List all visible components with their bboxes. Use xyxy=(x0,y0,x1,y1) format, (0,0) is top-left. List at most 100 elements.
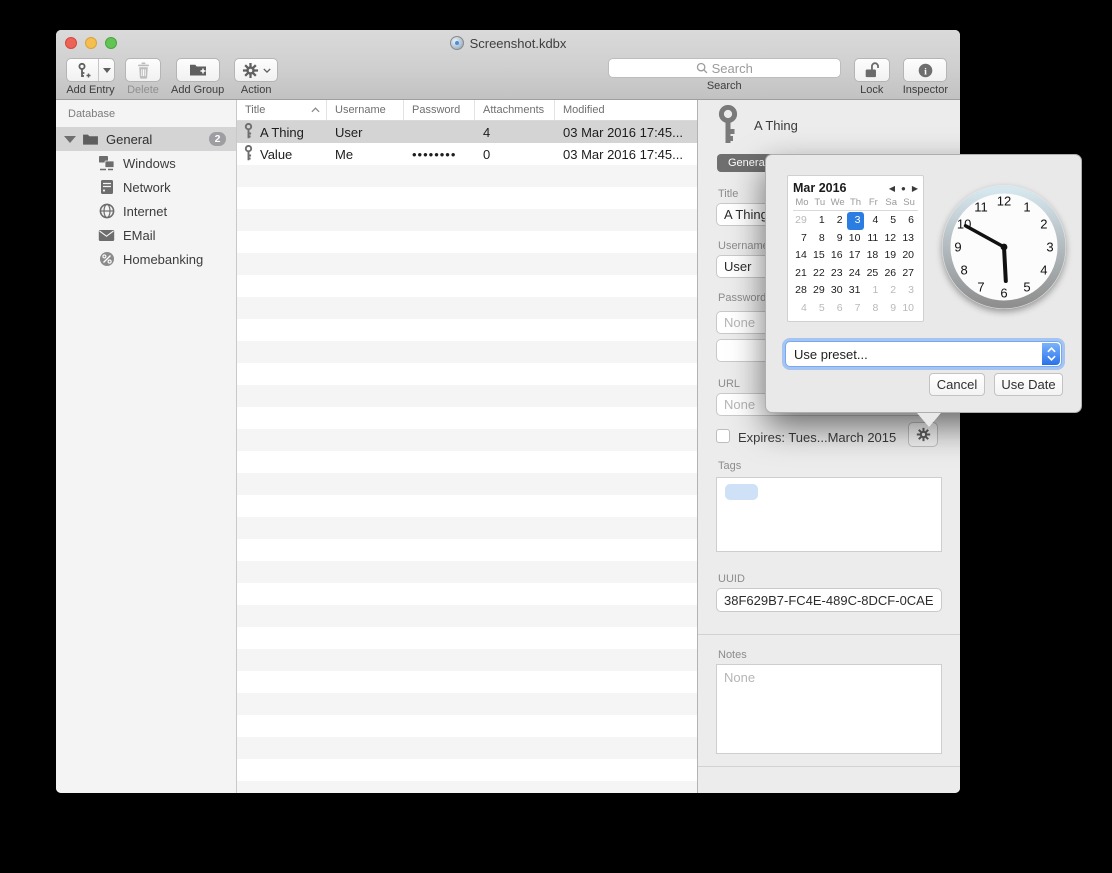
sidebar-header: Database xyxy=(68,108,115,120)
calendar-day[interactable]: 20 xyxy=(900,247,918,265)
chevron-down-icon xyxy=(263,68,271,73)
clock-number: 3 xyxy=(1046,240,1053,255)
calendar-day[interactable]: 6 xyxy=(900,212,918,230)
inspector-button[interactable]: i xyxy=(903,58,947,82)
sidebar-item-email[interactable]: EMail xyxy=(56,223,236,247)
expires-label: Expires: Tues...March 2015 xyxy=(738,430,896,445)
titlebar[interactable]: Screenshot.kdbx xyxy=(56,30,960,55)
stepper-icon[interactable] xyxy=(1042,343,1060,365)
search-icon xyxy=(696,62,708,74)
calendar-day[interactable]: 2 xyxy=(882,282,900,300)
add-group-button[interactable] xyxy=(176,58,220,82)
calendar-day[interactable]: 16 xyxy=(829,247,847,265)
calendar-today-icon[interactable]: ● xyxy=(901,184,906,193)
expires-checkbox[interactable] xyxy=(716,429,730,443)
calendar-day[interactable]: 28 xyxy=(793,282,811,300)
column-header-modified[interactable]: Modified xyxy=(555,100,697,120)
calendar-day[interactable]: 13 xyxy=(900,230,918,248)
add-entry-button[interactable] xyxy=(66,58,115,82)
calendar-header: Mar 2016 ◀ ● ▶ xyxy=(793,179,918,197)
date-picker-popover: Mar 2016 ◀ ● ▶ Mo Tu We Th Fr Sa Su 2912… xyxy=(765,154,1082,413)
tag-token[interactable] xyxy=(725,484,758,500)
calendar-day[interactable]: 15 xyxy=(811,247,829,265)
delete-button[interactable] xyxy=(125,58,161,82)
calendar-day[interactable]: 1 xyxy=(864,282,882,300)
calendar-day[interactable]: 4 xyxy=(864,212,882,230)
preset-select[interactable]: Use preset... xyxy=(785,341,1062,367)
sidebar-item-homebanking[interactable]: Homebanking xyxy=(56,247,236,271)
lock-item: Lock xyxy=(854,58,890,96)
cell-modified: 03 Mar 2016 17:45... xyxy=(555,143,697,165)
calendar-day[interactable]: 19 xyxy=(882,247,900,265)
key-icon xyxy=(243,145,254,164)
calendar-day[interactable]: 3 xyxy=(900,282,918,300)
hour-hand xyxy=(1004,247,1006,281)
delete-label: Delete xyxy=(127,84,159,96)
calendar-day[interactable]: 12 xyxy=(882,230,900,248)
search-input[interactable]: Search xyxy=(608,58,841,78)
calendar-next-icon[interactable]: ▶ xyxy=(912,184,918,193)
calendar-day[interactable]: 9 xyxy=(882,300,900,318)
calendar-day[interactable]: 4 xyxy=(793,300,811,318)
column-header-attachments[interactable]: Attachments xyxy=(475,100,555,120)
calendar-day[interactable]: 26 xyxy=(882,265,900,283)
calendar-day[interactable]: 11 xyxy=(864,230,882,248)
calendar-day[interactable]: 25 xyxy=(864,265,882,283)
table-header: Title Username Password Attachments Modi… xyxy=(237,100,697,121)
table-row[interactable]: Value Me •••••••• 0 03 Mar 2016 17:45... xyxy=(237,143,697,165)
key-plus-icon[interactable] xyxy=(67,59,99,81)
calendar-day[interactable]: 29 xyxy=(811,282,829,300)
calendar-day[interactable]: 27 xyxy=(900,265,918,283)
calendar-day[interactable]: 21 xyxy=(793,265,811,283)
unlock-icon xyxy=(863,61,880,79)
cancel-button[interactable]: Cancel xyxy=(929,373,985,396)
sidebar-item-internet[interactable]: Internet xyxy=(56,199,236,223)
column-header-title[interactable]: Title xyxy=(237,100,327,120)
calendar-day[interactable]: 29 xyxy=(793,212,811,230)
preset-value: Use preset... xyxy=(794,347,868,362)
sidebar-item-general[interactable]: General 2 xyxy=(56,127,236,151)
calendar-day[interactable]: 5 xyxy=(811,300,829,318)
calendar-day[interactable]: 24 xyxy=(847,265,865,283)
lock-button[interactable] xyxy=(854,58,890,82)
calendar-day[interactable]: 1 xyxy=(811,212,829,230)
delete-item: Delete xyxy=(125,58,161,96)
calendar-day[interactable]: 23 xyxy=(829,265,847,283)
sidebar-item-windows[interactable]: Windows xyxy=(56,151,236,175)
table-row[interactable]: A Thing User 4 03 Mar 2016 17:45... xyxy=(237,121,697,143)
action-button[interactable] xyxy=(234,58,278,82)
divider xyxy=(698,766,960,767)
window-title: Screenshot.kdbx xyxy=(470,36,567,51)
calendar-day[interactable]: 7 xyxy=(847,300,865,318)
calendar-day[interactable]: 10 xyxy=(847,230,865,248)
calendar-day[interactable]: 10 xyxy=(900,300,918,318)
add-entry-dropdown-icon[interactable] xyxy=(99,59,114,81)
calendar-day[interactable]: 8 xyxy=(811,230,829,248)
calendar-day[interactable]: 31 xyxy=(847,282,865,300)
calendar-prev-icon[interactable]: ◀ xyxy=(889,184,895,193)
window-chrome: Screenshot.kdbx xyxy=(56,30,960,100)
entry-count-badge: 2 xyxy=(209,132,226,146)
use-date-button[interactable]: Use Date xyxy=(994,373,1063,396)
calendar-day[interactable]: 9 xyxy=(829,230,847,248)
uuid-field[interactable] xyxy=(716,588,942,612)
calendar-day[interactable]: 14 xyxy=(793,247,811,265)
calendar-day[interactable]: 3 xyxy=(847,212,865,230)
calendar-day[interactable]: 5 xyxy=(882,212,900,230)
sidebar-item-network[interactable]: Network xyxy=(56,175,236,199)
calendar-day[interactable]: 22 xyxy=(811,265,829,283)
column-header-password[interactable]: Password xyxy=(404,100,475,120)
calendar-day[interactable]: 2 xyxy=(829,212,847,230)
disclosure-triangle-icon[interactable] xyxy=(64,136,76,143)
calendar-day[interactable]: 18 xyxy=(864,247,882,265)
notes-field[interactable] xyxy=(716,664,942,754)
folder-icon xyxy=(82,131,99,148)
calendar-day[interactable]: 17 xyxy=(847,247,865,265)
calendar-day[interactable]: 7 xyxy=(793,230,811,248)
info-icon: i xyxy=(917,62,934,79)
calendar-day[interactable]: 30 xyxy=(829,282,847,300)
calendar-day[interactable]: 6 xyxy=(829,300,847,318)
calendar-day[interactable]: 8 xyxy=(864,300,882,318)
tags-field[interactable] xyxy=(716,477,942,552)
column-header-username[interactable]: Username xyxy=(327,100,404,120)
